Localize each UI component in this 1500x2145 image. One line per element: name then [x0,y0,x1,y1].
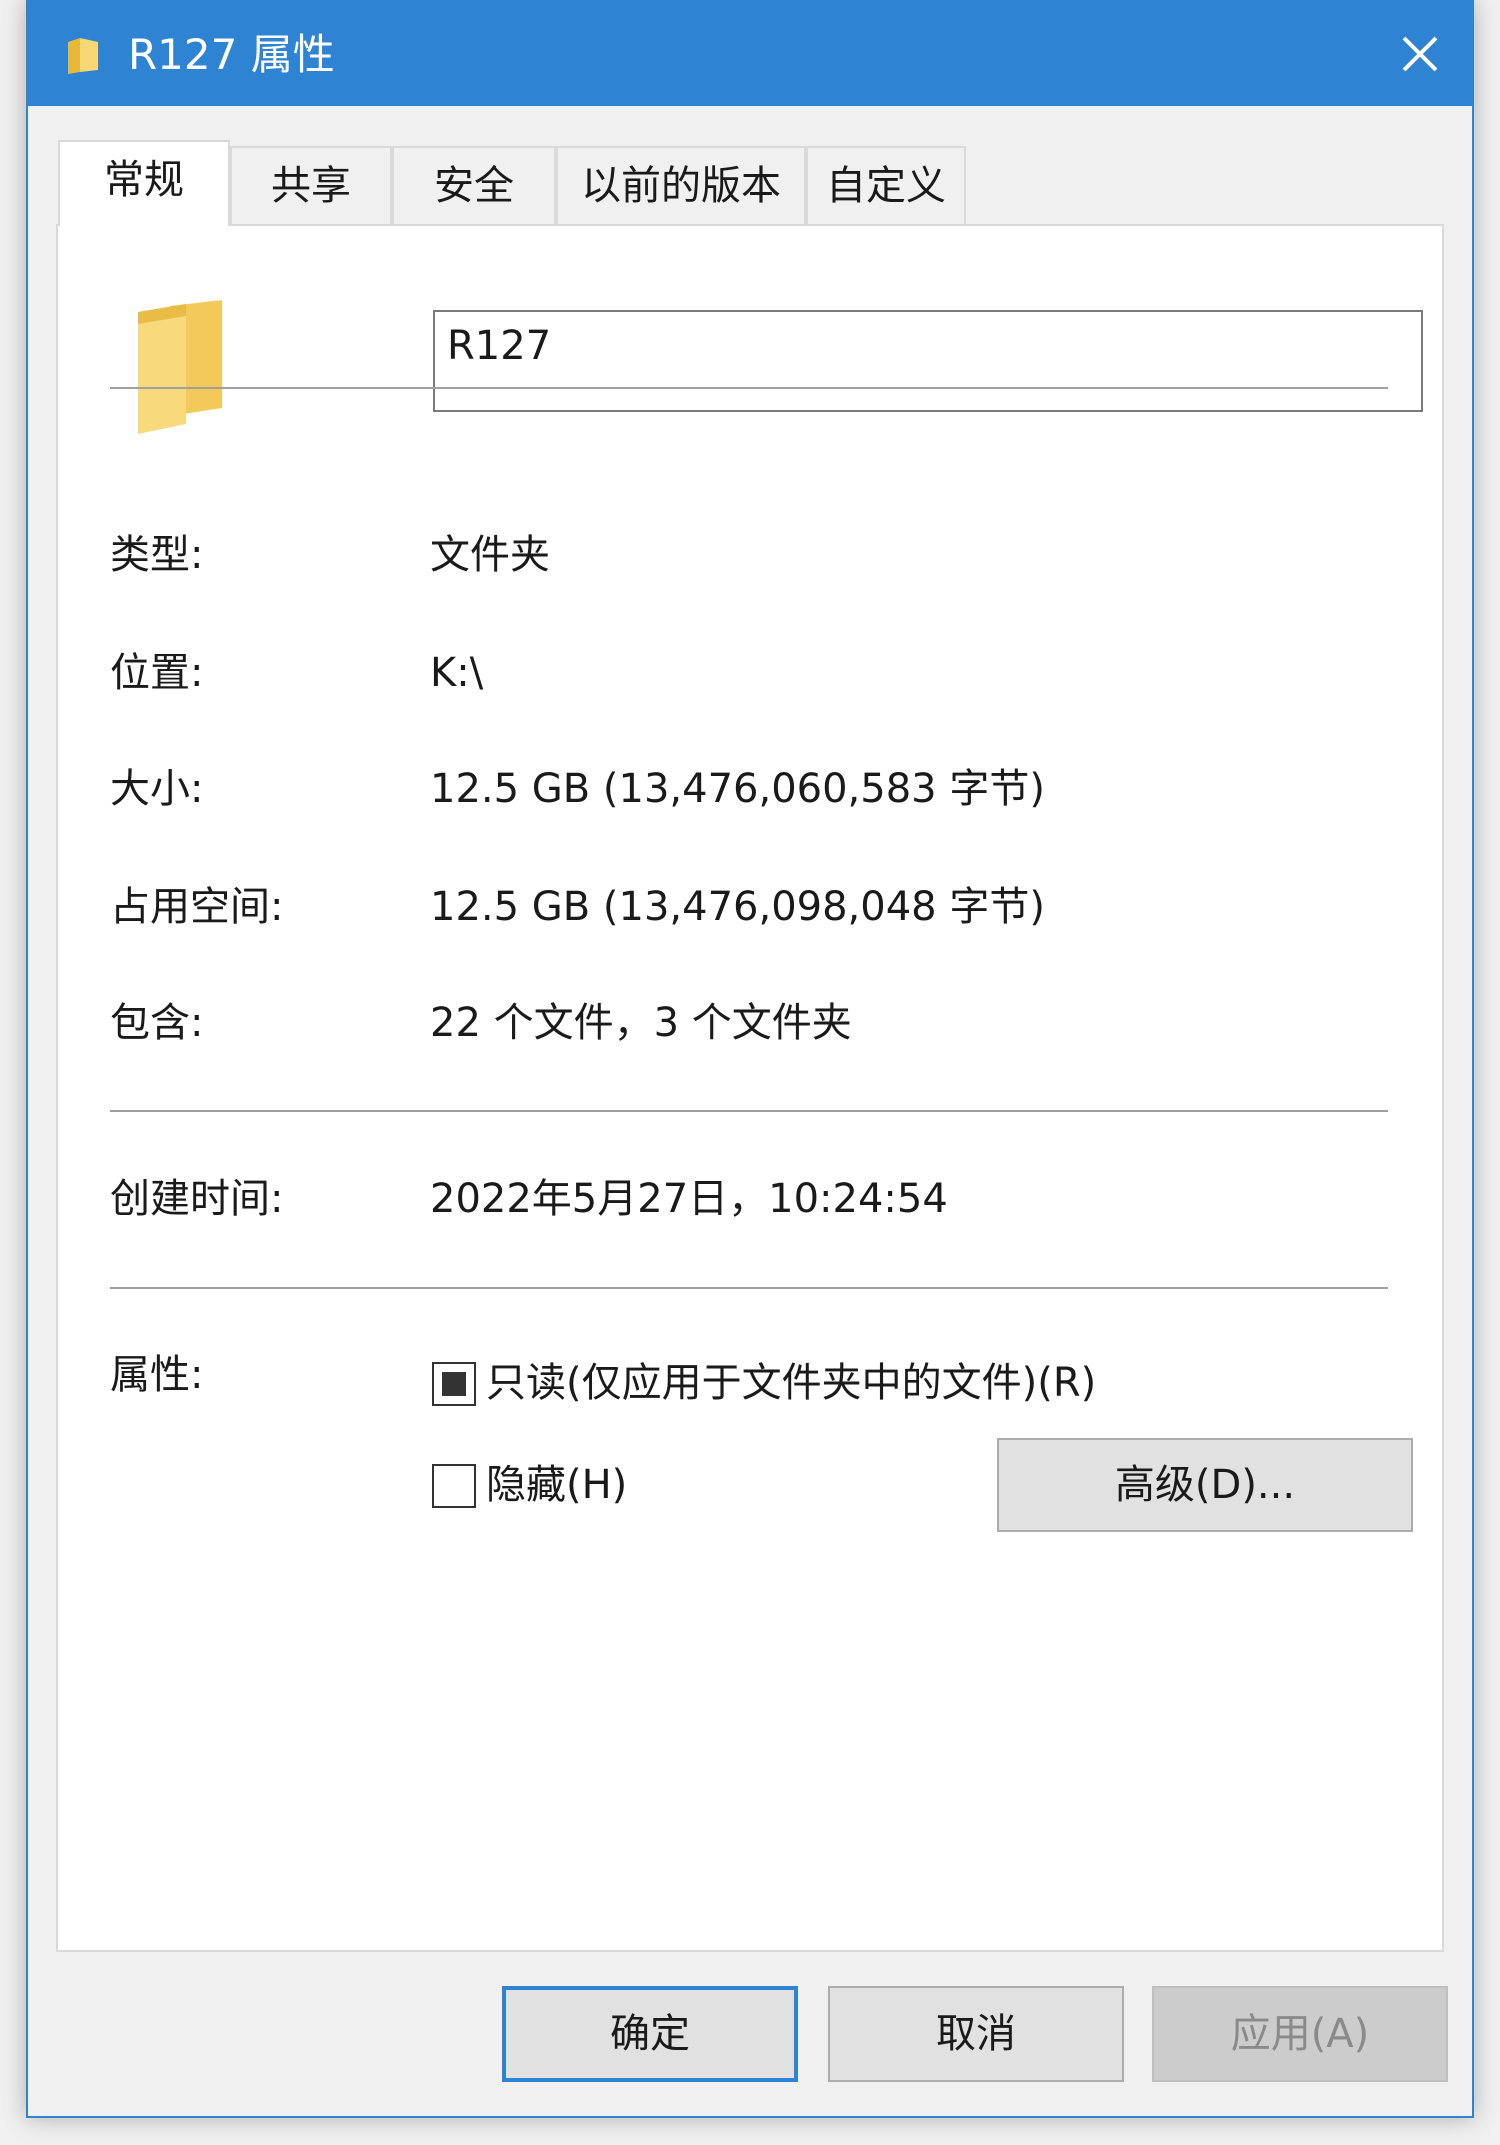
tab-bar: 常规 共享 安全 以前的版本 自定义 [58,140,998,226]
contains-value: 22 个文件，3 个文件夹 [430,1000,852,1046]
tab-security[interactable]: 安全 [392,146,556,224]
type-label: 类型: [110,532,204,578]
tab-general[interactable]: 常规 [58,140,230,226]
advanced-button[interactable]: 高级(D)... [997,1438,1413,1532]
created-value: 2022年5月27日，10:24:54 [430,1176,948,1222]
hidden-label[interactable]: 隐藏(H) [486,1458,627,1512]
readonly-label[interactable]: 只读(仅应用于文件夹中的文件)(R) [486,1356,1096,1410]
readonly-checkbox[interactable] [432,1362,476,1406]
divider [110,387,1388,389]
tab-previous-versions[interactable]: 以前的版本 [556,146,806,224]
folder-icon [64,36,102,76]
indeterminate-mark-icon [442,1372,466,1396]
properties-window: R127 属性 常规 共享 安全 以前的版本 自定义 类型: 文件夹 位置: K… [26,0,1474,2118]
apply-button[interactable]: 应用(A) [1152,1986,1448,2082]
window-title: R127 属性 [128,30,335,79]
size-on-disk-label: 占用空间: [110,884,284,930]
ok-button[interactable]: 确定 [502,1986,798,2082]
folder-name-input[interactable] [433,310,1423,412]
size-label: 大小: [110,766,204,812]
size-on-disk-value: 12.5 GB (13,476,098,048 字节) [430,884,1045,930]
divider [110,1287,1388,1289]
size-value: 12.5 GB (13,476,060,583 字节) [430,766,1045,812]
cancel-button[interactable]: 取消 [828,1986,1124,2082]
attributes-label: 属性: [110,1352,204,1398]
general-panel: 类型: 文件夹 位置: K:\ 大小: 12.5 GB (13,476,060,… [56,224,1444,1952]
created-label: 创建时间: [110,1176,284,1222]
location-label: 位置: [110,650,204,696]
contains-label: 包含: [110,1000,204,1046]
title-bar[interactable]: R127 属性 [28,2,1472,106]
divider [110,1110,1388,1112]
type-value: 文件夹 [430,532,550,578]
hidden-checkbox[interactable] [432,1464,476,1508]
tab-sharing[interactable]: 共享 [230,146,392,224]
location-value: K:\ [430,650,484,696]
folder-icon [132,296,224,436]
close-icon[interactable] [1388,22,1452,86]
tab-customize[interactable]: 自定义 [806,146,966,224]
